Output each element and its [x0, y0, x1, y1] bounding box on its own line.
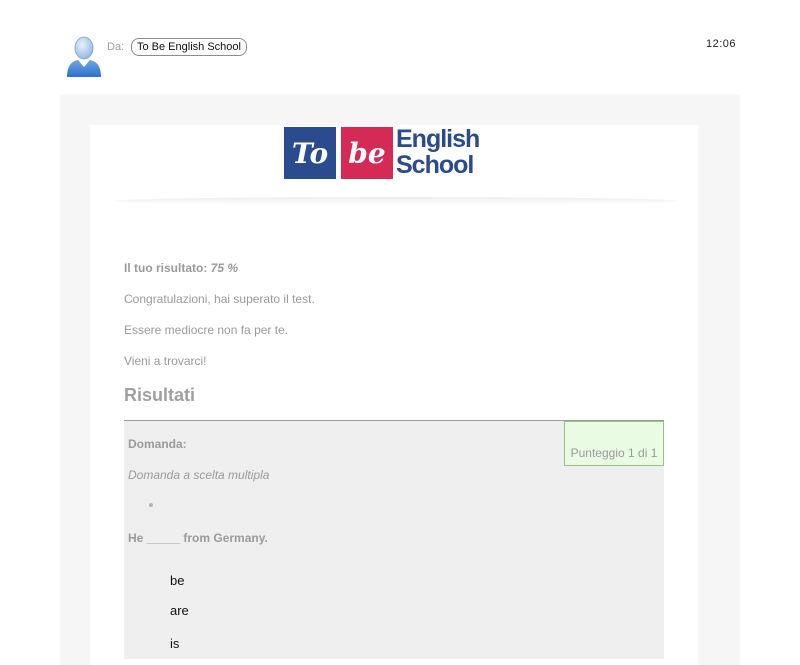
- question-text: He _____ from Germany.: [128, 531, 268, 545]
- user-avatar-icon: [67, 36, 101, 77]
- school-logo: To be English School: [284, 125, 488, 181]
- logo-word-english: English: [396, 125, 480, 153]
- answer-option: be: [170, 573, 185, 588]
- answer-option: are: [170, 603, 189, 618]
- congrats-text: Congratulazioni, hai superato il test.: [124, 292, 315, 306]
- points-text: Punteggio 1 di 1: [570, 446, 658, 460]
- logo-to-box: To: [284, 127, 336, 179]
- from-label: Da:: [107, 41, 125, 53]
- visit-text: Vieni a trovarci!: [124, 354, 207, 368]
- logo-be-box: be: [341, 127, 393, 179]
- question-label: Domanda:: [128, 437, 187, 451]
- logo-divider-shadow: [114, 197, 680, 205]
- sender-chip[interactable]: To Be English School: [131, 38, 247, 56]
- answer-option: is: [170, 636, 180, 651]
- score-label: Il tuo risultato:: [124, 261, 208, 275]
- email-header: Da: To Be English School 12:06: [0, 0, 800, 92]
- mediocre-text: Essere mediocre non fa per te.: [124, 323, 289, 337]
- question-type: Domanda a scelta multipla: [128, 468, 270, 482]
- points-cell: Punteggio 1 di 1: [564, 421, 664, 466]
- score-value: 75 %: [210, 261, 239, 275]
- bullet-icon: [149, 503, 153, 507]
- logo-wordmark: English School: [396, 125, 480, 179]
- results-heading: Risultati: [124, 385, 196, 405]
- received-time: 12:06: [705, 38, 736, 50]
- email-content-card: To be English School Il tuo risultato: 7…: [90, 125, 698, 665]
- logo-word-school: School: [396, 151, 474, 179]
- score-line: Il tuo risultato: 75 %: [124, 261, 238, 275]
- question-block: Punteggio 1 di 1 Domanda: Domanda a scel…: [124, 420, 664, 659]
